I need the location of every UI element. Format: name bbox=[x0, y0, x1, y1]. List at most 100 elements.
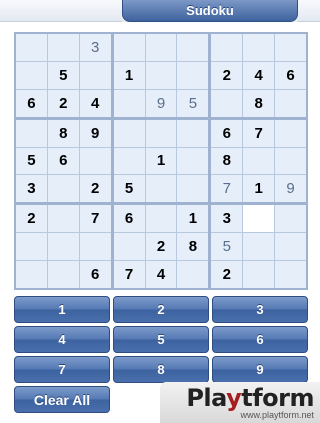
sudoku-cell[interactable] bbox=[243, 205, 275, 233]
key-2-button[interactable]: 2 bbox=[113, 296, 209, 323]
key-6-button[interactable]: 6 bbox=[212, 326, 308, 353]
sudoku-cell[interactable] bbox=[16, 119, 47, 147]
sudoku-cell[interactable]: 7 bbox=[243, 119, 275, 147]
sudoku-cell[interactable] bbox=[47, 261, 79, 288]
sudoku-cell[interactable] bbox=[275, 261, 306, 288]
sudoku-cell[interactable]: 5 bbox=[113, 175, 145, 203]
sudoku-cell[interactable]: 7 bbox=[79, 205, 111, 233]
sudoku-cell[interactable] bbox=[47, 175, 79, 203]
sudoku-cell[interactable]: 1 bbox=[243, 175, 275, 203]
sudoku-cell[interactable] bbox=[275, 205, 306, 233]
sudoku-cell[interactable] bbox=[113, 89, 145, 117]
sudoku-cell[interactable] bbox=[113, 34, 145, 61]
keypad-row: 7 8 9 bbox=[14, 356, 308, 383]
sudoku-cell[interactable] bbox=[275, 89, 306, 117]
sudoku-cell[interactable] bbox=[79, 147, 111, 175]
sudoku-cell[interactable]: 7 bbox=[211, 175, 243, 203]
sudoku-cell[interactable] bbox=[16, 34, 47, 61]
sudoku-cell[interactable]: 5 bbox=[211, 233, 243, 261]
sudoku-cell[interactable] bbox=[177, 119, 209, 147]
sudoku-block: 352 bbox=[211, 205, 306, 288]
sudoku-cell[interactable]: 3 bbox=[79, 34, 111, 61]
sudoku-cell[interactable] bbox=[275, 119, 306, 147]
sudoku-cell[interactable] bbox=[145, 175, 177, 203]
sudoku-cell[interactable]: 6 bbox=[16, 89, 47, 117]
sudoku-cell[interactable] bbox=[211, 89, 243, 117]
sudoku-cell[interactable] bbox=[145, 34, 177, 61]
sudoku-cell[interactable] bbox=[47, 34, 79, 61]
sudoku-cell[interactable] bbox=[16, 233, 47, 261]
sudoku-cell[interactable]: 5 bbox=[16, 147, 47, 175]
tab-left[interactable] bbox=[0, 0, 122, 22]
sudoku-cell[interactable] bbox=[16, 261, 47, 288]
watermark: Playtform www.playtform.net bbox=[160, 382, 320, 423]
sudoku-cell[interactable] bbox=[79, 61, 111, 89]
sudoku-cell[interactable]: 2 bbox=[47, 89, 79, 117]
sudoku-cell[interactable] bbox=[243, 34, 275, 61]
sudoku-cell[interactable] bbox=[177, 34, 209, 61]
sudoku-cell[interactable]: 6 bbox=[79, 261, 111, 288]
sudoku-cell[interactable]: 5 bbox=[177, 89, 209, 117]
sudoku-cell[interactable]: 8 bbox=[47, 119, 79, 147]
sudoku-cell[interactable] bbox=[177, 175, 209, 203]
sudoku-cell[interactable]: 7 bbox=[113, 261, 145, 288]
sudoku-cell[interactable]: 2 bbox=[145, 233, 177, 261]
sudoku-cell[interactable] bbox=[145, 61, 177, 89]
tab-sudoku[interactable]: Sudoku bbox=[122, 0, 298, 22]
key-7-button[interactable]: 7 bbox=[14, 356, 110, 383]
sudoku-cell[interactable] bbox=[243, 233, 275, 261]
sudoku-cell[interactable] bbox=[243, 147, 275, 175]
tab-right[interactable] bbox=[298, 0, 320, 22]
sudoku-cell[interactable] bbox=[47, 233, 79, 261]
sudoku-cell[interactable]: 2 bbox=[79, 175, 111, 203]
key-8-button[interactable]: 8 bbox=[113, 356, 209, 383]
sudoku-cell[interactable]: 1 bbox=[177, 205, 209, 233]
sudoku-cell[interactable]: 8 bbox=[177, 233, 209, 261]
sudoku-cell[interactable] bbox=[275, 147, 306, 175]
sudoku-cell[interactable]: 8 bbox=[243, 89, 275, 117]
sudoku-cell[interactable] bbox=[113, 147, 145, 175]
sudoku-cell[interactable]: 6 bbox=[47, 147, 79, 175]
sudoku-cell[interactable] bbox=[275, 34, 306, 61]
sudoku-cell[interactable]: 2 bbox=[16, 205, 47, 233]
sudoku-cell[interactable] bbox=[113, 119, 145, 147]
sudoku-cell[interactable]: 9 bbox=[79, 119, 111, 147]
sudoku-cell[interactable] bbox=[145, 119, 177, 147]
sudoku-cell[interactable]: 4 bbox=[243, 61, 275, 89]
sudoku-cell[interactable]: 2 bbox=[211, 61, 243, 89]
clear-all-button[interactable]: Clear All bbox=[14, 386, 110, 413]
sudoku-cell[interactable]: 1 bbox=[145, 147, 177, 175]
sudoku-cell[interactable] bbox=[79, 233, 111, 261]
sudoku-cell[interactable]: 8 bbox=[211, 147, 243, 175]
sudoku-cell[interactable]: 5 bbox=[47, 61, 79, 89]
key-3-button[interactable]: 3 bbox=[212, 296, 308, 323]
sudoku-cell[interactable]: 4 bbox=[79, 89, 111, 117]
key-5-button[interactable]: 5 bbox=[113, 326, 209, 353]
sudoku-block: 2 7 6 bbox=[16, 205, 111, 288]
sudoku-cell[interactable]: 3 bbox=[16, 175, 47, 203]
sudoku-cell[interactable] bbox=[243, 261, 275, 288]
key-9-button[interactable]: 9 bbox=[212, 356, 308, 383]
sudoku-cell[interactable] bbox=[113, 233, 145, 261]
sudoku-cell[interactable]: 1 bbox=[113, 61, 145, 89]
sudoku-cell[interactable] bbox=[177, 147, 209, 175]
sudoku-block: 89 563 2 bbox=[16, 119, 111, 203]
sudoku-cell[interactable]: 4 bbox=[145, 261, 177, 288]
sudoku-block: 35624 bbox=[16, 34, 111, 117]
key-4-button[interactable]: 4 bbox=[14, 326, 110, 353]
sudoku-cell[interactable] bbox=[211, 34, 243, 61]
sudoku-cell[interactable] bbox=[145, 205, 177, 233]
sudoku-cell[interactable] bbox=[177, 61, 209, 89]
sudoku-cell[interactable]: 6 bbox=[211, 119, 243, 147]
sudoku-cell[interactable] bbox=[275, 233, 306, 261]
sudoku-cell[interactable] bbox=[177, 261, 209, 288]
sudoku-cell[interactable] bbox=[47, 205, 79, 233]
sudoku-cell[interactable]: 2 bbox=[211, 261, 243, 288]
sudoku-cell[interactable]: 6 bbox=[113, 205, 145, 233]
key-1-button[interactable]: 1 bbox=[14, 296, 110, 323]
sudoku-cell[interactable]: 9 bbox=[145, 89, 177, 117]
sudoku-cell[interactable]: 6 bbox=[275, 61, 306, 89]
sudoku-cell[interactable]: 9 bbox=[275, 175, 306, 203]
sudoku-cell[interactable] bbox=[16, 61, 47, 89]
sudoku-cell[interactable]: 3 bbox=[211, 205, 243, 233]
